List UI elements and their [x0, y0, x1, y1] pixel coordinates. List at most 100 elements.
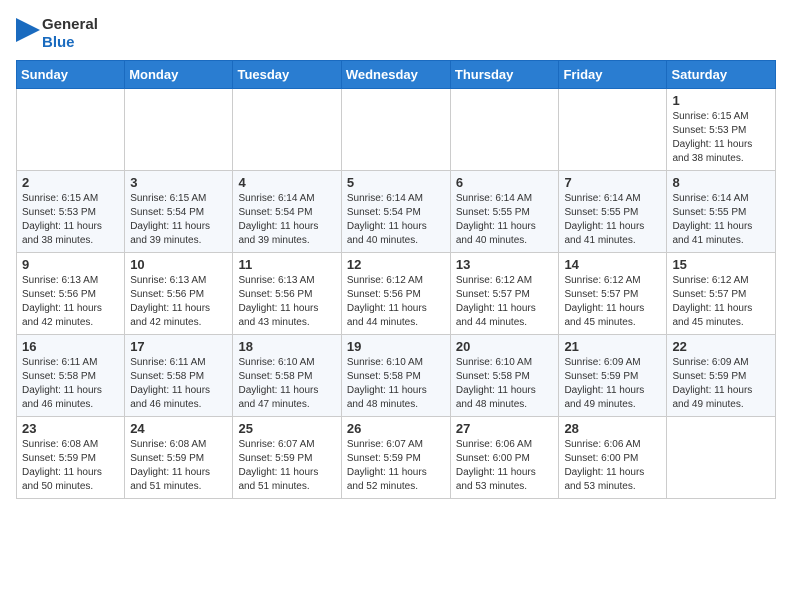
day-cell: 10 Sunrise: 6:13 AM Sunset: 5:56 PM Dayli…	[125, 253, 233, 335]
day-cell: 2 Sunrise: 6:15 AM Sunset: 5:53 PM Daylig…	[17, 171, 125, 253]
day-number: 27	[456, 421, 554, 436]
day-number: 23	[22, 421, 119, 436]
days-of-week-row: SundayMondayTuesdayWednesdayThursdayFrid…	[17, 61, 776, 89]
day-number: 5	[347, 175, 445, 190]
day-info: Sunrise: 6:12 AM Sunset: 5:56 PM Dayligh…	[347, 274, 445, 330]
day-number: 6	[456, 175, 554, 190]
day-info: Sunrise: 6:08 AM Sunset: 5:59 PM Dayligh…	[130, 438, 227, 494]
day-number: 15	[672, 257, 770, 272]
day-cell: 9 Sunrise: 6:13 AM Sunset: 5:56 PM Daylig…	[17, 253, 125, 335]
calendar-body: 1Sunrise: 6:15 AM Sunset: 5:53 PM Daylig…	[17, 89, 776, 499]
col-header-monday: Monday	[125, 61, 233, 89]
day-info: Sunrise: 6:15 AM Sunset: 5:53 PM Dayligh…	[22, 192, 119, 248]
logo-bird-icon	[16, 18, 40, 50]
day-info: Sunrise: 6:13 AM Sunset: 5:56 PM Dayligh…	[130, 274, 227, 330]
day-cell: 24 Sunrise: 6:08 AM Sunset: 5:59 PM Dayli…	[125, 417, 233, 499]
day-info: Sunrise: 6:09 AM Sunset: 5:59 PM Dayligh…	[672, 356, 770, 412]
day-number: 3	[130, 175, 227, 190]
day-cell: 7 Sunrise: 6:14 AM Sunset: 5:55 PM Daylig…	[559, 171, 667, 253]
day-info: Sunrise: 6:10 AM Sunset: 5:58 PM Dayligh…	[347, 356, 445, 412]
day-cell: 16 Sunrise: 6:11 AM Sunset: 5:58 PM Dayli…	[17, 335, 125, 417]
day-number: 14	[564, 257, 661, 272]
day-cell: 8 Sunrise: 6:14 AM Sunset: 5:55 PM Daylig…	[667, 171, 776, 253]
day-info: Sunrise: 6:12 AM Sunset: 5:57 PM Dayligh…	[672, 274, 770, 330]
col-header-saturday: Saturday	[667, 61, 776, 89]
day-number: 16	[22, 339, 119, 354]
day-cell: 4Sunrise: 6:14 AM Sunset: 5:54 PM Daylig…	[233, 171, 341, 253]
week-row-3: 9 Sunrise: 6:13 AM Sunset: 5:56 PM Daylig…	[17, 253, 776, 335]
day-info: Sunrise: 6:07 AM Sunset: 5:59 PM Dayligh…	[347, 438, 445, 494]
day-cell: 12 Sunrise: 6:12 AM Sunset: 5:56 PM Dayli…	[341, 253, 450, 335]
week-row-4: 16 Sunrise: 6:11 AM Sunset: 5:58 PM Dayli…	[17, 335, 776, 417]
col-header-thursday: Thursday	[450, 61, 559, 89]
day-cell: 26 Sunrise: 6:07 AM Sunset: 5:59 PM Dayli…	[341, 417, 450, 499]
day-number: 9	[22, 257, 119, 272]
day-info: Sunrise: 6:09 AM Sunset: 5:59 PM Dayligh…	[564, 356, 661, 412]
day-info: Sunrise: 6:13 AM Sunset: 5:56 PM Dayligh…	[22, 274, 119, 330]
day-number: 24	[130, 421, 227, 436]
day-cell: 5 Sunrise: 6:14 AM Sunset: 5:54 PM Daylig…	[341, 171, 450, 253]
day-cell: 27 Sunrise: 6:06 AM Sunset: 6:00 PM Dayli…	[450, 417, 559, 499]
day-number: 20	[456, 339, 554, 354]
day-cell: 1Sunrise: 6:15 AM Sunset: 5:53 PM Daylig…	[667, 89, 776, 171]
day-number: 19	[347, 339, 445, 354]
day-cell	[667, 417, 776, 499]
day-info: Sunrise: 6:15 AM Sunset: 5:53 PM Dayligh…	[672, 110, 770, 166]
day-info: Sunrise: 6:14 AM Sunset: 5:55 PM Dayligh…	[564, 192, 661, 248]
week-row-5: 23 Sunrise: 6:08 AM Sunset: 5:59 PM Dayli…	[17, 417, 776, 499]
day-number: 21	[564, 339, 661, 354]
day-cell: 17 Sunrise: 6:11 AM Sunset: 5:58 PM Dayli…	[125, 335, 233, 417]
week-row-1: 1Sunrise: 6:15 AM Sunset: 5:53 PM Daylig…	[17, 89, 776, 171]
day-number: 28	[564, 421, 661, 436]
day-cell: 11Sunrise: 6:13 AM Sunset: 5:56 PM Dayli…	[233, 253, 341, 335]
calendar-table: SundayMondayTuesdayWednesdayThursdayFrid…	[16, 60, 776, 499]
day-number: 26	[347, 421, 445, 436]
day-info: Sunrise: 6:11 AM Sunset: 5:58 PM Dayligh…	[130, 356, 227, 412]
day-cell	[17, 89, 125, 171]
day-info: Sunrise: 6:14 AM Sunset: 5:55 PM Dayligh…	[456, 192, 554, 248]
day-info: Sunrise: 6:11 AM Sunset: 5:58 PM Dayligh…	[22, 356, 119, 412]
day-info: Sunrise: 6:14 AM Sunset: 5:55 PM Dayligh…	[672, 192, 770, 248]
day-cell: 15 Sunrise: 6:12 AM Sunset: 5:57 PM Dayli…	[667, 253, 776, 335]
day-cell	[233, 89, 341, 171]
day-cell	[341, 89, 450, 171]
day-cell: 14 Sunrise: 6:12 AM Sunset: 5:57 PM Dayli…	[559, 253, 667, 335]
day-info: Sunrise: 6:06 AM Sunset: 6:00 PM Dayligh…	[564, 438, 661, 494]
day-info: Sunrise: 6:15 AM Sunset: 5:54 PM Dayligh…	[130, 192, 227, 248]
col-header-sunday: Sunday	[17, 61, 125, 89]
logo: GeneralBlue	[16, 16, 98, 52]
day-cell: 6 Sunrise: 6:14 AM Sunset: 5:55 PM Daylig…	[450, 171, 559, 253]
day-cell	[450, 89, 559, 171]
day-info: Sunrise: 6:12 AM Sunset: 5:57 PM Dayligh…	[456, 274, 554, 330]
day-number: 22	[672, 339, 770, 354]
calendar-header: SundayMondayTuesdayWednesdayThursdayFrid…	[17, 61, 776, 89]
day-cell	[559, 89, 667, 171]
col-header-wednesday: Wednesday	[341, 61, 450, 89]
day-info: Sunrise: 6:10 AM Sunset: 5:58 PM Dayligh…	[456, 356, 554, 412]
day-info: Sunrise: 6:07 AM Sunset: 5:59 PM Dayligh…	[238, 438, 335, 494]
day-number: 8	[672, 175, 770, 190]
day-number: 12	[347, 257, 445, 272]
day-info: Sunrise: 6:14 AM Sunset: 5:54 PM Dayligh…	[347, 192, 445, 248]
day-number: 13	[456, 257, 554, 272]
day-number: 7	[564, 175, 661, 190]
day-cell: 13 Sunrise: 6:12 AM Sunset: 5:57 PM Dayli…	[450, 253, 559, 335]
col-header-tuesday: Tuesday	[233, 61, 341, 89]
col-header-friday: Friday	[559, 61, 667, 89]
day-info: Sunrise: 6:12 AM Sunset: 5:57 PM Dayligh…	[564, 274, 661, 330]
day-cell: 19 Sunrise: 6:10 AM Sunset: 5:58 PM Dayli…	[341, 335, 450, 417]
day-number: 25	[238, 421, 335, 436]
day-number: 17	[130, 339, 227, 354]
day-info: Sunrise: 6:10 AM Sunset: 5:58 PM Dayligh…	[238, 356, 335, 412]
day-number: 2	[22, 175, 119, 190]
day-cell	[125, 89, 233, 171]
day-info: Sunrise: 6:14 AM Sunset: 5:54 PM Dayligh…	[238, 192, 335, 248]
page-header: GeneralBlue	[16, 16, 776, 52]
day-cell: 22 Sunrise: 6:09 AM Sunset: 5:59 PM Dayli…	[667, 335, 776, 417]
day-info: Sunrise: 6:06 AM Sunset: 6:00 PM Dayligh…	[456, 438, 554, 494]
day-cell: 20 Sunrise: 6:10 AM Sunset: 5:58 PM Dayli…	[450, 335, 559, 417]
day-cell: 3 Sunrise: 6:15 AM Sunset: 5:54 PM Daylig…	[125, 171, 233, 253]
day-number: 10	[130, 257, 227, 272]
day-info: Sunrise: 6:13 AM Sunset: 5:56 PM Dayligh…	[238, 274, 335, 330]
day-cell: 18Sunrise: 6:10 AM Sunset: 5:58 PM Dayli…	[233, 335, 341, 417]
